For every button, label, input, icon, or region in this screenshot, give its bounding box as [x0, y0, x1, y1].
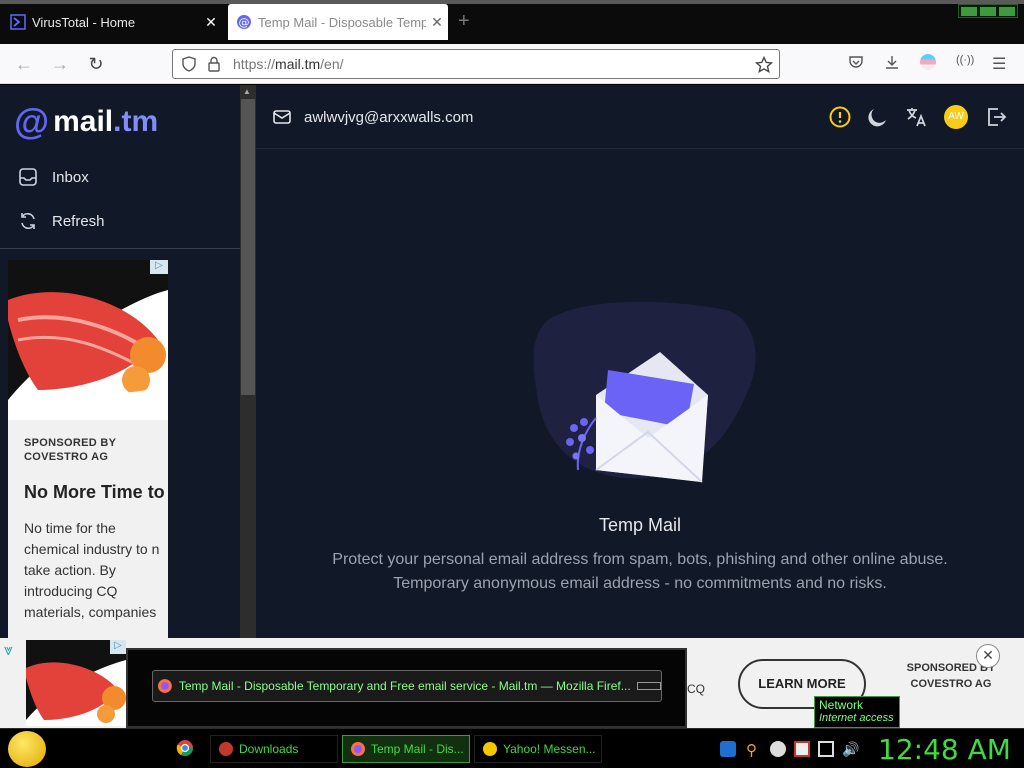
extension-avatar-icon[interactable] [920, 54, 936, 70]
volume-tray-icon[interactable]: 🔊 [842, 741, 859, 757]
window-controls[interactable] [958, 4, 1018, 18]
reload-icon[interactable]: ↻ [85, 53, 107, 75]
chrome-icon[interactable] [176, 739, 194, 757]
translate-icon[interactable] [904, 105, 928, 129]
security-tray-icon[interactable] [720, 741, 736, 757]
mailtm-logo[interactable]: @ mail .tm [14, 101, 158, 143]
email-address[interactable]: awlwvjvg@arxxwalls.com [304, 109, 473, 126]
lock-icon[interactable] [207, 56, 221, 72]
yahoo-messenger-icon [483, 742, 497, 756]
back-arrow-icon[interactable]: ← [13, 53, 35, 75]
mailtm-page: @ mail .tm Inbox Refresh ▷ SPONSORED BY … [0, 85, 1024, 638]
hero-title: Temp Mail [598, 515, 682, 535]
taskbar-item-downloads[interactable]: Downloads [210, 735, 338, 763]
logo-name: mail [53, 105, 114, 138]
sidebar-item-refresh[interactable]: Refresh [18, 211, 105, 231]
refresh-icon [21, 213, 35, 229]
ad-sponsor: SPONSORED BY COVESTRO AG [24, 437, 117, 463]
ad-brand-icon: ⩔ [4, 642, 14, 659]
logout-icon[interactable] [984, 105, 1008, 129]
firefox-icon [157, 679, 172, 693]
tab-temp-mail[interactable]: @ Temp Mail - Disposable Tempo ✕ [228, 4, 448, 40]
sidebar: @ mail .tm Inbox Refresh ▷ SPONSORED BY … [0, 85, 256, 638]
tab-title: Temp Mail - Disposable Tempo [258, 14, 426, 30]
search-tray-icon[interactable]: ⚲ [746, 741, 762, 759]
network-tray-icon[interactable] [818, 741, 834, 757]
network-tooltip-title: Network [819, 698, 864, 712]
sidebar-item-label: Inbox [52, 168, 89, 186]
hero-description-line2: Temporary anonymous email address - no c… [393, 575, 887, 592]
close-tab-icon[interactable]: ✕ [426, 14, 448, 31]
alert-icon[interactable] [828, 105, 852, 129]
url-text: https://mail.tm/en/ [233, 56, 344, 72]
envelope-icon [273, 110, 291, 124]
pocket-icon[interactable] [848, 54, 864, 70]
url-bar[interactable]: https://mail.tm/en/ [172, 49, 780, 79]
network-tooltip-status: Internet access [819, 712, 894, 724]
close-tab-icon[interactable]: ✕ [200, 14, 222, 31]
shield-icon [182, 56, 196, 72]
extension-icon[interactable]: ((·)) [956, 54, 974, 66]
sidebar-divider [0, 248, 240, 249]
taskbar-window-preview[interactable]: Temp Mail - Disposable Temporary and Fre… [126, 648, 687, 728]
ad-close-icon[interactable]: ✕ [976, 644, 1000, 668]
download-icon[interactable] [884, 54, 900, 70]
os-taskbar: Downloads Temp Mail - Dis... Yahoo! Mess… [0, 728, 1024, 768]
start-button-smiley-icon[interactable] [8, 731, 46, 767]
logo-tld: .tm [113, 105, 159, 138]
preview-window[interactable]: Temp Mail - Disposable Temporary and Fre… [152, 670, 662, 702]
new-tab-plus-icon[interactable]: + [458, 10, 470, 33]
sidebar-scrollbar[interactable]: ▲ [240, 85, 256, 638]
flag-tray-icon[interactable] [794, 741, 810, 757]
main-panel: awlwvjvg@arxxwalls.com AW Temp Mail Prot… [256, 85, 1024, 638]
inbox-icon [19, 168, 37, 186]
empty-inbox-illustration [526, 300, 766, 490]
ad-image[interactable]: ▷ [8, 260, 168, 420]
hero-description-line1: Protect your personal email address from… [332, 551, 948, 568]
taskbar-item-label: Downloads [239, 742, 299, 756]
tab-virustotal[interactable]: VirusTotal - Home ✕ [0, 4, 222, 40]
preview-maximize-icon[interactable] [637, 682, 661, 690]
user-avatar[interactable]: AW [944, 105, 968, 129]
taskbar-item-temp-mail[interactable]: Temp Mail - Dis... [342, 735, 470, 763]
ad-info-icon[interactable]: ▷ [110, 640, 126, 654]
bookmark-star-icon[interactable] [755, 56, 773, 74]
virustotal-icon [10, 14, 26, 30]
menu-hamburger-icon[interactable]: ☰ [992, 54, 1006, 74]
dark-mode-moon-icon[interactable] [866, 105, 890, 129]
taskbar-clock[interactable]: 12:48 AM [878, 733, 1011, 766]
mailtm-favicon-icon: @ [236, 14, 252, 30]
forward-arrow-icon[interactable]: → [49, 53, 71, 75]
sidebar-item-inbox[interactable]: Inbox [18, 167, 89, 187]
tab-title: VirusTotal - Home [32, 14, 136, 30]
chat-tray-icon[interactable] [770, 741, 786, 757]
scroll-up-icon[interactable]: ▲ [243, 87, 251, 96]
taskbar-item-label: Temp Mail - Dis... [371, 742, 464, 756]
browser-tab-strip: VirusTotal - Home ✕ @ Temp Mail - Dispos… [0, 0, 1024, 44]
email-address-display[interactable]: awlwvjvg@arxxwalls.com [272, 107, 473, 127]
taskbar-item-yahoo-messenger[interactable]: Yahoo! Messen... [474, 735, 602, 763]
firefox-icon [351, 742, 365, 756]
ad-info-icon[interactable]: ▷ [150, 260, 168, 274]
sidebar-item-label: Refresh [52, 212, 105, 230]
at-logo-icon: @ [14, 101, 50, 142]
scroll-thumb[interactable] [241, 99, 255, 395]
network-tooltip: Network Internet access [814, 696, 900, 728]
taskbar-item-label: Yahoo! Messen... [503, 742, 596, 756]
top-bar: awlwvjvg@arxxwalls.com AW [256, 85, 1024, 149]
svg-text:@: @ [239, 16, 250, 29]
ad-headline[interactable]: No More Time to Waste. [24, 480, 168, 504]
bottom-ad-cq-text: CQ [687, 682, 705, 696]
preview-title: Temp Mail - Disposable Temporary and Fre… [178, 679, 631, 693]
browser-navbar: ← → ↻ https://mail.tm/en/ ((·)) ☰ [0, 44, 1024, 84]
side-advertisement[interactable]: ▷ SPONSORED BY COVESTRO AG No More Time … [8, 260, 168, 638]
ad-body: No time for the chemical industry to n t… [24, 520, 160, 620]
downloads-app-icon [219, 742, 233, 756]
